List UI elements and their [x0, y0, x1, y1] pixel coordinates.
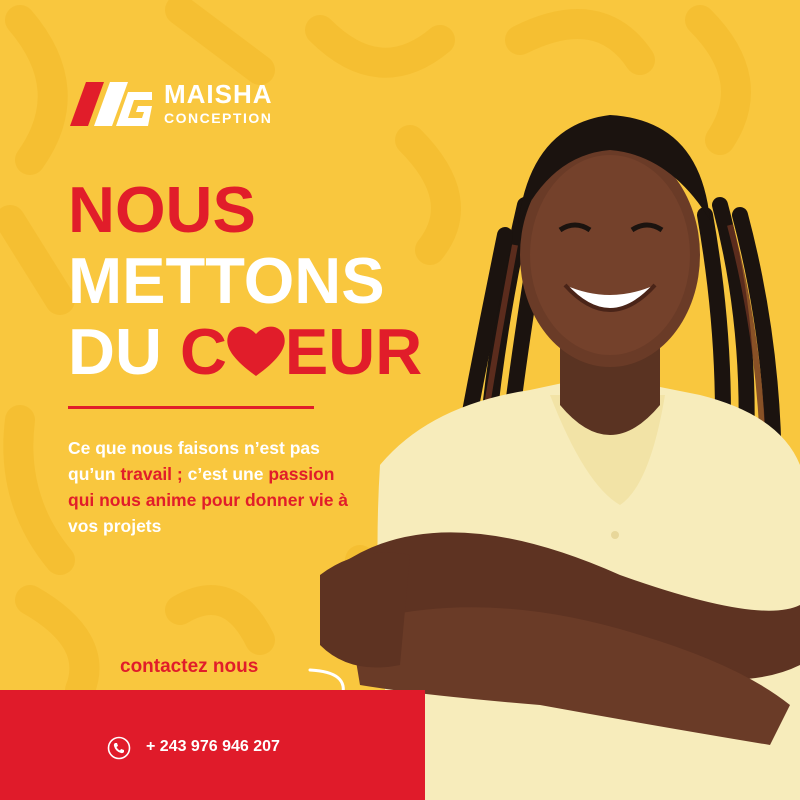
body-text-part-2: c’est une — [182, 464, 269, 484]
headline-line-3-prefix: DU — [68, 315, 180, 388]
brand-name: MAISHA — [164, 79, 273, 109]
brand-logo-icon — [70, 82, 152, 126]
headline-line-3-c: C — [179, 315, 227, 388]
body-paragraph: Ce que nous faisons n’est pas qu’un trav… — [68, 435, 358, 539]
heart-icon — [227, 326, 285, 376]
contact-us-label: contactez nous — [120, 656, 259, 677]
divider-line — [68, 406, 314, 409]
phone-icon — [107, 736, 131, 760]
phone-number[interactable]: + 243 976 946 207 — [146, 738, 280, 756]
brand-logo: MAISHA CONCEPTION — [68, 80, 273, 128]
body-highlight-1: travail ; — [120, 464, 183, 484]
brand-subtitle: CONCEPTION — [164, 110, 273, 126]
body-text-part-3: vos projets — [68, 516, 162, 536]
